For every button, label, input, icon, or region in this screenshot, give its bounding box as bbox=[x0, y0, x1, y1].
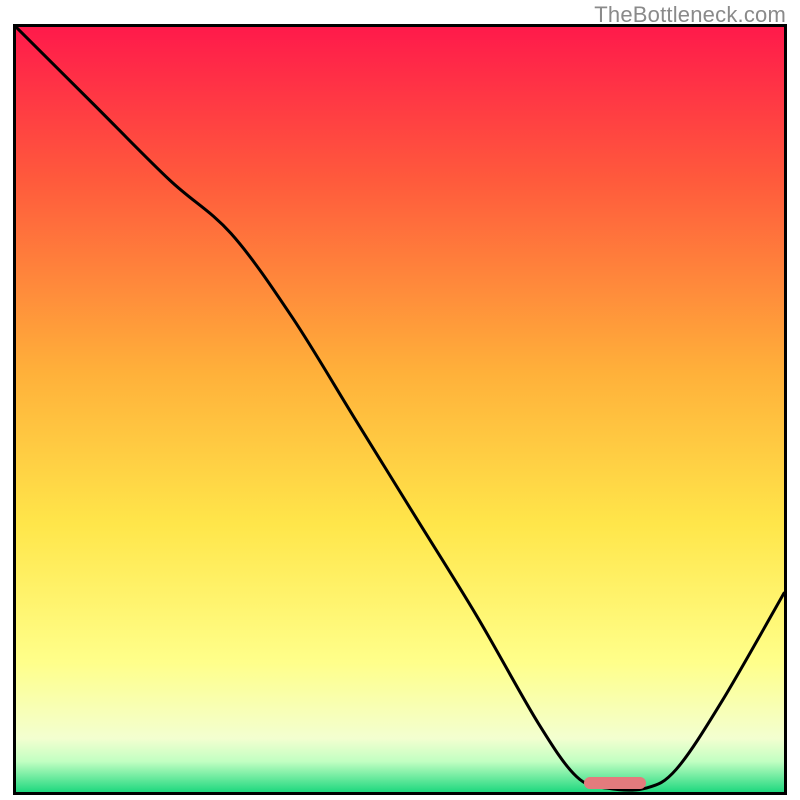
optimal-range-marker bbox=[584, 777, 645, 789]
bottleneck-chart bbox=[16, 27, 784, 792]
chart-frame bbox=[13, 24, 787, 795]
